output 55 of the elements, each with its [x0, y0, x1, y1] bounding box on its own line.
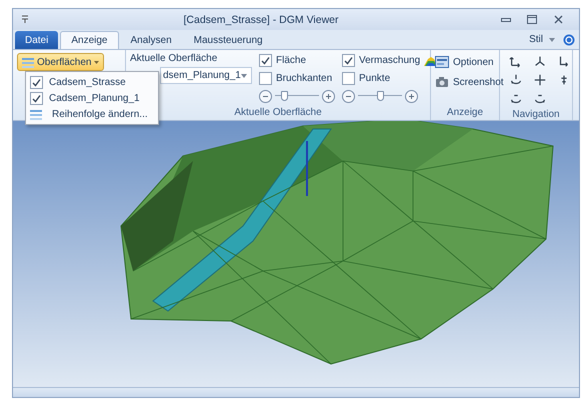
navigation-icon [533, 73, 547, 87]
caret-icon[interactable] [549, 38, 555, 42]
navigation-icon [533, 54, 547, 68]
group-label: Aktuelle Oberfläche [234, 106, 322, 120]
option-label: Punkte [359, 73, 390, 84]
checkbox[interactable] [259, 54, 272, 67]
ribbon-tab[interactable]: Anzeige [60, 31, 118, 49]
file-tab[interactable]: Datei [15, 31, 58, 49]
help-icon[interactable] [563, 34, 575, 46]
close-icon [554, 15, 562, 24]
screenshot-button[interactable]: Screenshot [435, 73, 504, 91]
navigation-button[interactable] [532, 72, 548, 88]
option-label: Fläche [276, 55, 306, 66]
group-label: Anzeige [446, 106, 484, 120]
zoom-out-button[interactable] [259, 90, 272, 102]
current-surface-label: Aktuelle Oberfläche [130, 53, 218, 64]
style-menu[interactable]: Stil [529, 34, 543, 45]
checkbox[interactable] [30, 76, 43, 88]
navigation-icon [509, 54, 523, 68]
zoom-in-button[interactable] [405, 90, 418, 102]
options-button[interactable]: Optionen [435, 53, 504, 71]
list-icon [30, 108, 42, 120]
ribbon-tab[interactable]: Analysen [120, 31, 182, 49]
surfaces-button[interactable]: Oberflächen [17, 53, 104, 71]
zoom-out-button[interactable] [342, 90, 355, 102]
checkbox[interactable] [342, 72, 355, 85]
caret-icon [94, 60, 100, 64]
checkbox[interactable] [30, 92, 43, 104]
navigation-icon [509, 92, 523, 106]
window-icon [435, 56, 449, 68]
menu-item[interactable]: Reihenfolge ändern... [28, 106, 156, 122]
zoom-in-button[interactable] [322, 90, 335, 102]
navigation-icon [533, 92, 547, 106]
slider-thumb[interactable] [280, 91, 288, 101]
group-label: Navigation [512, 108, 560, 122]
navigation-icon [557, 54, 571, 68]
maximize-icon [527, 15, 537, 24]
window-title: [Cadsem_Strasse] - DGM Viewer [182, 14, 340, 26]
caret-icon [241, 74, 247, 78]
list-icon [22, 56, 34, 68]
option-label: Vermaschung [359, 55, 420, 66]
ribbon-tab[interactable]: Maussteuerung [184, 31, 273, 49]
option-label: Bruchkanten [276, 73, 332, 84]
checkbox[interactable] [259, 72, 272, 85]
navigation-icon [509, 73, 523, 87]
checkbox[interactable] [342, 54, 355, 67]
plus-icon [408, 92, 415, 100]
plus-icon [325, 92, 332, 100]
menu-item[interactable]: Cadsem_Planung_1 [28, 90, 156, 106]
minimize-icon [501, 18, 511, 22]
slider-thumb[interactable] [377, 91, 384, 101]
quick-access-icon[interactable] [21, 15, 29, 24]
surface-dropdown[interactable]: dsem_Planung_1 [160, 67, 252, 84]
camera-icon [435, 76, 449, 88]
menu-item[interactable]: Cadsem_Strasse [28, 74, 156, 90]
